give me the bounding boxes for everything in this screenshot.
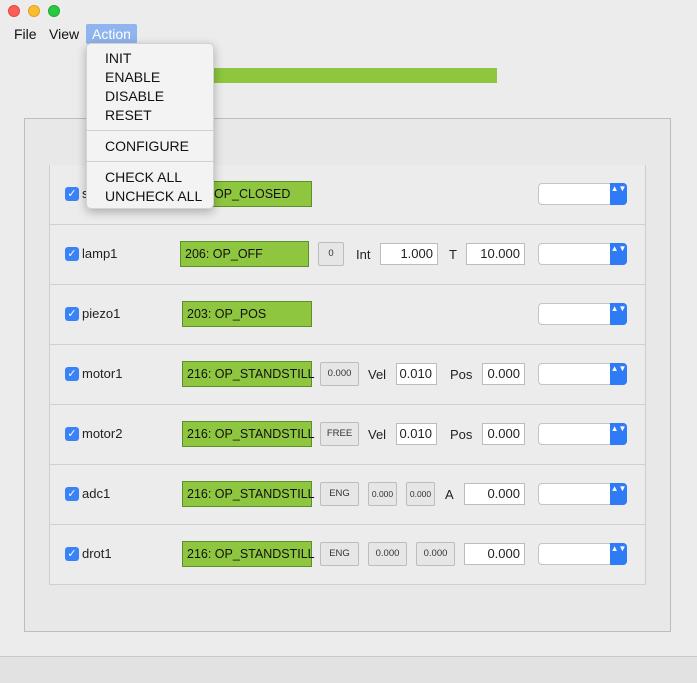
device-checkbox[interactable]: ✓ <box>65 307 79 321</box>
menu-item-check-all[interactable]: CHECK ALL <box>105 169 182 185</box>
device-status: 206: OP_OFF <box>180 241 309 267</box>
motor-free-button[interactable]: FREE <box>320 422 359 446</box>
menu-bar: File View Action <box>0 22 697 44</box>
device-row-motor2: ✓ motor2 216: OP_STANDSTILL FREE Vel 0.0… <box>50 405 645 465</box>
global-status-indicator: OP <box>180 68 497 83</box>
device-status: 203: OP_POS <box>182 301 312 327</box>
pos-value-field[interactable]: 0.000 <box>482 363 525 385</box>
drot-value-button-2[interactable]: 0.000 <box>416 542 455 566</box>
menu-item-disable[interactable]: DISABLE <box>105 88 164 104</box>
title-bar <box>0 0 697 22</box>
int-label: Int <box>356 247 371 262</box>
vel-value-field[interactable]: 0.010 <box>396 363 437 385</box>
close-window-button[interactable] <box>8 5 20 17</box>
device-name: piezo1 <box>82 306 121 321</box>
action-menu-dropdown: INIT ENABLE DISABLE RESET CONFIGURE CHEC… <box>86 43 214 209</box>
device-name: adc1 <box>82 486 111 501</box>
menu-file[interactable]: File <box>8 24 43 44</box>
eng-button[interactable]: ENG <box>320 482 359 506</box>
t-label: T <box>449 247 457 262</box>
adc-value-button-2[interactable]: 0.000 <box>406 482 435 506</box>
pos-value-field[interactable]: 0.000 <box>482 423 525 445</box>
device-checkbox[interactable]: ✓ <box>65 247 79 261</box>
menu-action[interactable]: Action <box>86 24 137 44</box>
status-bar <box>0 656 697 683</box>
device-command-select[interactable]: ▲▼ <box>538 243 627 265</box>
device-checkbox[interactable]: ✓ <box>65 187 79 201</box>
minimize-window-button[interactable] <box>28 5 40 17</box>
device-status: 216: OP_STANDSTILL <box>182 421 315 447</box>
device-checkbox[interactable]: ✓ <box>65 427 79 441</box>
chevron-updown-icon: ▲▼ <box>610 483 627 505</box>
device-command-select[interactable]: ▲▼ <box>538 483 627 505</box>
eng-button[interactable]: ENG <box>320 542 359 566</box>
device-checkbox[interactable]: ✓ <box>65 547 79 561</box>
device-name: lamp1 <box>82 246 118 261</box>
t-value-field[interactable]: 10.000 <box>466 243 525 265</box>
vel-label: Vel <box>368 367 387 382</box>
menu-separator <box>87 130 213 131</box>
device-checkbox[interactable]: ✓ <box>65 487 79 501</box>
chevron-updown-icon: ▲▼ <box>610 183 627 205</box>
device-command-select[interactable]: ▲▼ <box>538 303 627 325</box>
adc-value-button-1[interactable]: 0.000 <box>368 482 397 506</box>
menu-view[interactable]: View <box>43 24 85 44</box>
device-row-lamp1: ✓ lamp1 206: OP_OFF 0 Int 1.000 T 10.000… <box>50 225 645 285</box>
device-status: 216: OP_STANDSTILL <box>182 481 315 507</box>
a-value-field[interactable]: 0.000 <box>464 483 525 505</box>
device-row-adc1: ✓ adc1 216: OP_STANDSTILL ENG 0.000 0.00… <box>50 465 645 525</box>
drot-value-button-1[interactable]: 0.000 <box>368 542 407 566</box>
lamp-state-button[interactable]: 0 <box>318 242 344 266</box>
device-row-piezo1: ✓ piezo1 203: OP_POS ▲▼ <box>50 285 645 345</box>
motor-position-button[interactable]: 0.000 <box>320 362 359 386</box>
menu-item-enable[interactable]: ENABLE <box>105 69 160 85</box>
menu-item-configure[interactable]: CONFIGURE <box>105 138 189 154</box>
chevron-updown-icon: ▲▼ <box>610 543 627 565</box>
menu-separator <box>87 161 213 162</box>
vel-label: Vel <box>368 427 387 442</box>
chevron-updown-icon: ▲▼ <box>610 363 627 385</box>
device-status: 216: OP_STANDSTILL <box>182 361 315 387</box>
maximize-window-button[interactable] <box>48 5 60 17</box>
vel-value-field[interactable]: 0.010 <box>396 423 437 445</box>
device-status: 216: OP_STANDSTILL <box>182 541 315 567</box>
device-name: drot1 <box>82 546 112 561</box>
device-command-select[interactable]: ▲▼ <box>538 423 627 445</box>
menu-item-reset[interactable]: RESET <box>105 107 152 123</box>
device-command-select[interactable]: ▲▼ <box>538 543 627 565</box>
device-command-select[interactable]: ▲▼ <box>538 183 627 205</box>
chevron-updown-icon: ▲▼ <box>610 303 627 325</box>
device-row-drot1: ✓ drot1 216: OP_STANDSTILL ENG 0.000 0.0… <box>50 525 645 585</box>
pos-label: Pos <box>450 367 473 382</box>
menu-item-uncheck-all[interactable]: UNCHECK ALL <box>105 188 202 204</box>
menu-item-init[interactable]: INIT <box>105 50 131 66</box>
drot-value-field[interactable]: 0.000 <box>464 543 525 565</box>
pos-label: Pos <box>450 427 473 442</box>
device-row-motor1: ✓ motor1 216: OP_STANDSTILL 0.000 Vel 0.… <box>50 345 645 405</box>
device-name: motor1 <box>82 366 123 381</box>
device-checkbox[interactable]: ✓ <box>65 367 79 381</box>
int-value-field[interactable]: 1.000 <box>380 243 438 265</box>
device-name: motor2 <box>82 426 123 441</box>
chevron-updown-icon: ▲▼ <box>610 243 627 265</box>
chevron-updown-icon: ▲▼ <box>610 423 627 445</box>
device-command-select[interactable]: ▲▼ <box>538 363 627 385</box>
a-label: A <box>445 487 454 502</box>
